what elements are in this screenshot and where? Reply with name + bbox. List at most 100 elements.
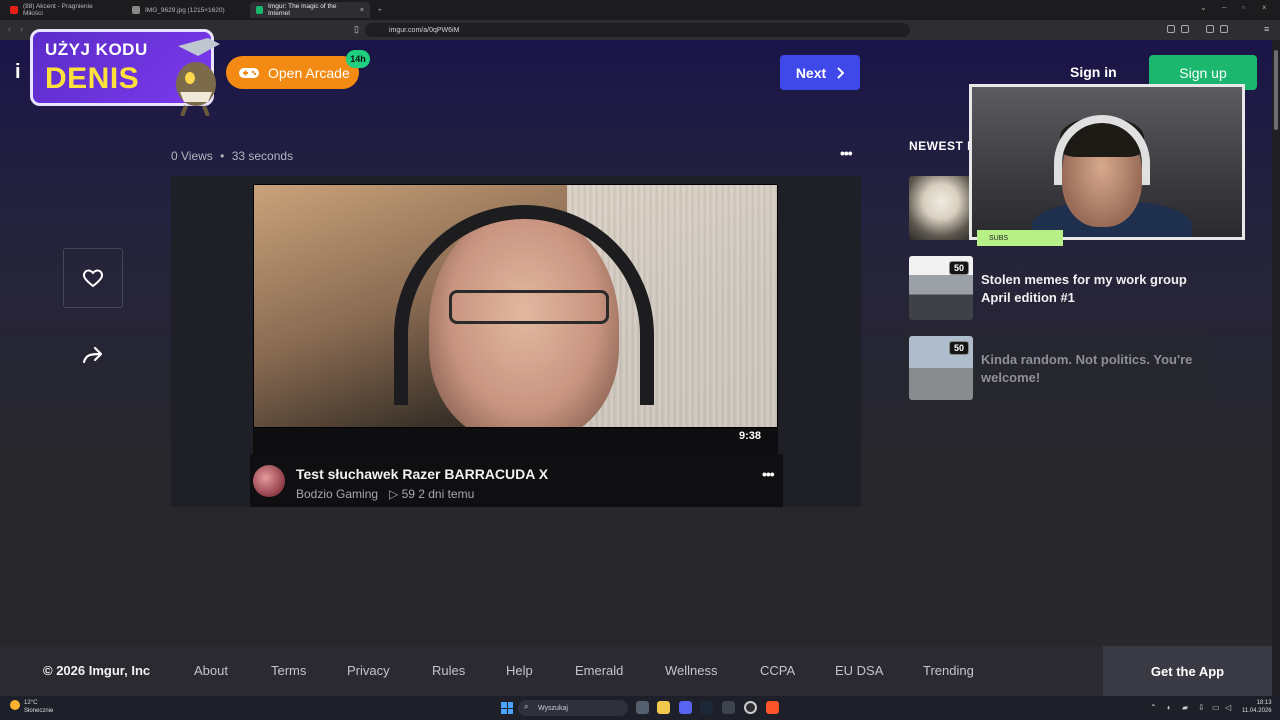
clock-time: 18:13 xyxy=(1256,700,1272,706)
brave-icon[interactable] xyxy=(766,701,779,714)
footer-link-privacy[interactable]: Privacy xyxy=(347,663,390,678)
taskbar-search-placeholder: Wyszukaj xyxy=(538,704,568,712)
video-duration: 9:38 xyxy=(739,430,762,442)
discord-icon[interactable] xyxy=(679,701,692,714)
network-icon[interactable]: ▭ xyxy=(1212,703,1220,712)
meta-separator: • xyxy=(220,149,225,163)
scrollbar[interactable] xyxy=(1272,40,1280,696)
footer-link-terms[interactable]: Terms xyxy=(271,663,306,678)
footer-link-ccpa[interactable]: CCPA xyxy=(760,663,795,678)
imgur-logo[interactable]: i xyxy=(15,61,29,83)
maximize-icon[interactable]: ▫ xyxy=(1242,3,1245,12)
obs-icon[interactable] xyxy=(744,701,757,714)
taskbar-search[interactable]: ⌕ Wyszukaj xyxy=(518,700,628,716)
new-tab-button[interactable]: + xyxy=(372,2,388,18)
heart-icon xyxy=(82,269,104,288)
start-button[interactable] xyxy=(501,702,513,714)
video-progress-strip xyxy=(253,428,778,454)
arcade-timer-badge: 14h xyxy=(346,50,370,68)
post-options-button[interactable]: ••• xyxy=(840,145,853,161)
video-title[interactable]: Test słuchawek Razer BARRACUDA X xyxy=(296,466,548,482)
weather-desc: Słonecznie xyxy=(24,708,54,714)
footer-link-trending[interactable]: Trending xyxy=(923,663,974,678)
channel-avatar[interactable] xyxy=(253,465,285,497)
newest-heading: NEWEST I xyxy=(909,139,972,153)
tab-image[interactable]: IMG_9629.jpg (1215×1620) xyxy=(126,2,244,18)
tray-app-icon[interactable]: ◖ xyxy=(1166,703,1171,712)
scroll-thumb[interactable] xyxy=(1274,50,1278,130)
post-age: 33 seconds xyxy=(231,149,294,163)
tab-imgur[interactable]: Imgur: The magic of the Internet × xyxy=(250,2,370,18)
streamer-webcam-overlay xyxy=(969,84,1245,240)
footer-link-emerald[interactable]: Emerald xyxy=(575,663,623,678)
tray-app-icon[interactable]: ⇩ xyxy=(1198,703,1205,712)
video-thumbnail[interactable] xyxy=(253,184,778,428)
tab-youtube[interactable]: (88) Akcent - Pragnienie Miłości xyxy=(4,2,120,18)
open-arcade-button[interactable]: Open Arcade xyxy=(226,56,359,89)
newest-title-2[interactable]: Stolen memes for my work group April edi… xyxy=(981,271,1211,307)
forward-icon[interactable]: › xyxy=(20,24,23,34)
image-icon xyxy=(132,6,140,14)
extension-icon[interactable] xyxy=(1167,25,1175,33)
footer-link-wellness[interactable]: Wellness xyxy=(665,663,718,678)
sign-in-link[interactable]: Sign in xyxy=(1070,64,1117,80)
sidebar-icon[interactable] xyxy=(1206,25,1214,33)
close-icon[interactable]: × xyxy=(360,7,364,14)
youtube-icon xyxy=(10,6,18,14)
minimize-icon[interactable]: – xyxy=(1222,3,1226,12)
open-arcade-label: Open Arcade xyxy=(268,64,350,81)
page-footer xyxy=(0,646,1272,696)
screenshot-icon[interactable] xyxy=(1181,25,1189,33)
promo-creature-image xyxy=(176,38,220,116)
window-close-icon[interactable]: × xyxy=(1262,3,1267,12)
footer-link-eu-dsa[interactable]: EU DSA xyxy=(835,663,883,678)
clock-date: 11.04.2026 xyxy=(1242,708,1272,714)
file-explorer-icon[interactable] xyxy=(657,701,670,714)
tray-app-icon[interactable]: ▰ xyxy=(1182,703,1188,712)
gamepad-icon xyxy=(239,67,259,78)
post-meta: 0 Views • 33 seconds xyxy=(171,149,293,163)
newest-title-3[interactable]: Kinda random. Not politics. You're welco… xyxy=(981,351,1211,387)
share-icon[interactable] xyxy=(80,342,106,368)
bookmark-icon[interactable]: ▯ xyxy=(354,24,359,35)
tray-chevron-icon[interactable]: ⌃ xyxy=(1150,703,1157,712)
app-icon[interactable] xyxy=(722,701,735,714)
get-the-app-button[interactable]: Get the App xyxy=(1103,646,1272,696)
footer-link-about[interactable]: About xyxy=(194,663,228,678)
url-field[interactable]: imgur.com/a/0qPW6iM xyxy=(365,23,910,37)
favorite-button[interactable] xyxy=(63,248,123,308)
tab-title: IMG_9629.jpg (1215×1620) xyxy=(145,6,225,14)
footer-link-rules[interactable]: Rules xyxy=(432,663,465,678)
video-glasses xyxy=(449,290,609,324)
menu-icon[interactable]: ≡ xyxy=(1264,24,1269,34)
post-score-badge: 50 xyxy=(949,261,969,275)
video-options-button[interactable]: ••• xyxy=(762,466,775,482)
imgur-icon xyxy=(256,6,263,14)
video-stats: ▷ 59 2 dni temu xyxy=(389,487,475,501)
task-view-icon[interactable] xyxy=(636,701,649,714)
steam-icon[interactable] xyxy=(700,701,713,714)
footer-link-help[interactable]: Help xyxy=(506,663,533,678)
search-icon: ⌕ xyxy=(524,702,529,711)
tab-title: Imgur: The magic of the Internet xyxy=(268,3,337,17)
post-score-badge: 50 xyxy=(949,341,969,355)
browser-tab-bar: (88) Akcent - Pragnienie Miłości IMG_962… xyxy=(0,0,1280,20)
promo-line1: UŻYJ KODU xyxy=(45,40,148,59)
promo-line2: DENIS xyxy=(45,62,140,95)
subs-label: SUBS xyxy=(977,230,1063,246)
chevron-down-icon[interactable]: ⌄ xyxy=(1200,3,1207,12)
channel-name[interactable]: Bodzio Gaming xyxy=(296,487,378,501)
tab-title: (88) Akcent - Pragnienie Miłości xyxy=(22,3,93,17)
next-label: Next xyxy=(795,64,827,81)
newest-thumb-1[interactable] xyxy=(909,176,973,240)
next-post-button[interactable]: Next xyxy=(780,55,860,90)
footer-copyright: © 2026 Imgur, Inc xyxy=(43,663,151,678)
weather-widget[interactable]: 12°C Słonecznie xyxy=(10,699,53,715)
wallet-icon[interactable] xyxy=(1220,25,1228,33)
chevron-right-icon xyxy=(837,66,845,79)
view-count: 0 Views xyxy=(171,149,213,163)
url-text: imgur.com/a/0qPW6iM xyxy=(389,26,460,34)
volume-icon[interactable]: ◁ xyxy=(1225,703,1231,712)
taskbar-clock[interactable]: 18:13 11.04.2026 xyxy=(1242,699,1272,715)
back-icon[interactable]: ‹ xyxy=(8,24,11,34)
